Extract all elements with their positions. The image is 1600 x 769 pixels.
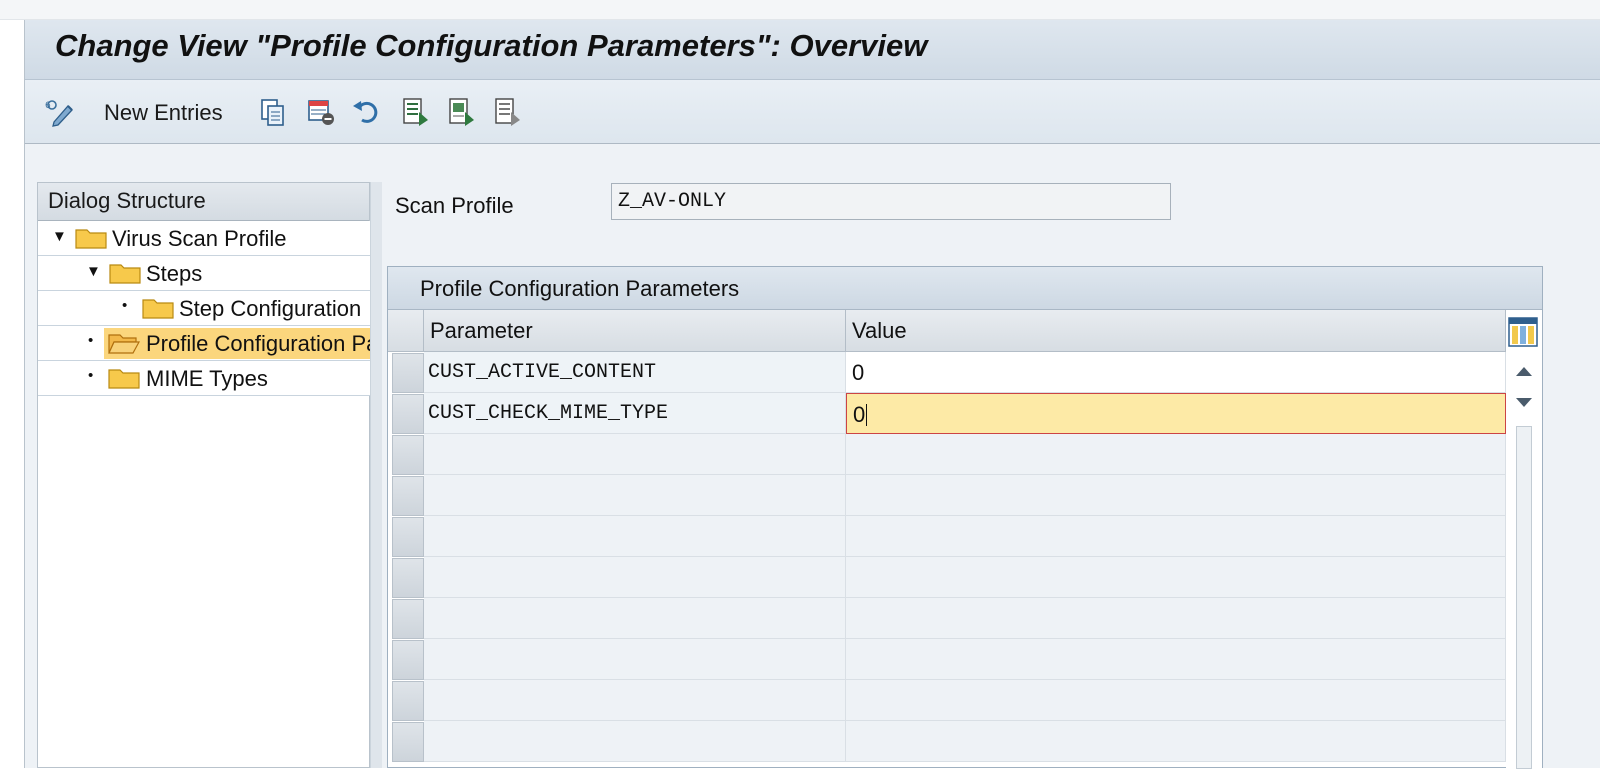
empty-cell (424, 516, 846, 557)
tree-item-virus-scan-profile[interactable]: ▼ Virus Scan Profile (38, 221, 371, 256)
empty-cell (846, 598, 1506, 639)
empty-cell (424, 557, 846, 598)
application-toolbar: 6 New Entries (25, 80, 1600, 144)
row-selector[interactable] (392, 517, 424, 557)
folder-icon (142, 297, 174, 324)
parameter-cell: CUST_ACTIVE_CONTENT (424, 352, 846, 393)
select-all-rows-cell[interactable] (388, 310, 424, 352)
row-selector[interactable] (392, 722, 424, 762)
scrollbar-track[interactable] (1516, 426, 1532, 769)
page-title: Change View "Profile Configuration Param… (55, 28, 928, 63)
value-input-active[interactable]: 0 (846, 393, 1506, 434)
tree-item-label: Virus Scan Profile (112, 226, 287, 251)
empty-cell (424, 639, 846, 680)
table-title: Profile Configuration Parameters (388, 267, 1542, 310)
row-selector[interactable] (392, 558, 424, 598)
profile-parameters-table: Profile Configuration Parameters Paramet… (387, 266, 1543, 769)
undo-icon[interactable] (349, 95, 385, 129)
tree-item-label: Steps (146, 261, 203, 286)
copy-icon[interactable] (255, 95, 291, 129)
row-selector[interactable] (392, 640, 424, 680)
table-settings-icon[interactable] (1508, 317, 1538, 347)
tree-item-profile-configuration-parameters[interactable]: • Profile Configuration Parameters (38, 326, 371, 361)
empty-cell (846, 557, 1506, 598)
empty-cell (846, 516, 1506, 557)
expand-arrow-icon[interactable]: ▼ (86, 263, 101, 280)
deselect-all-icon[interactable] (489, 95, 525, 129)
empty-cell (846, 475, 1506, 516)
empty-cell (424, 475, 846, 516)
empty-cell (424, 434, 846, 475)
row-selector[interactable] (392, 476, 424, 516)
tree-item-label: Step Configuration (179, 296, 362, 321)
empty-cell (846, 434, 1506, 475)
display-change-icon[interactable]: 6 (43, 95, 79, 129)
value-input[interactable]: 0 (846, 352, 1506, 393)
scroll-down-icon[interactable] (1512, 392, 1536, 414)
main-content: Dialog Structure ▼ Virus Scan Profile ▼ … (25, 144, 1600, 769)
dialog-structure-header: Dialog Structure (38, 183, 369, 221)
parameter-cell: CUST_CHECK_MIME_TYPE (424, 393, 846, 434)
tree-item-step-configuration[interactable]: • Step Configuration (38, 291, 371, 326)
scan-profile-label: Scan Profile (395, 193, 514, 218)
expand-arrow-icon[interactable]: ▼ (52, 228, 67, 245)
row-selector[interactable] (392, 394, 424, 434)
empty-cell (424, 598, 846, 639)
leaf-bullet-icon: • (88, 367, 94, 384)
empty-cell (846, 721, 1506, 762)
dialog-structure-panel: Dialog Structure ▼ Virus Scan Profile ▼ … (37, 182, 371, 768)
empty-cell (424, 721, 846, 762)
top-strip (0, 0, 1600, 20)
empty-cell (846, 680, 1506, 721)
row-selector[interactable] (392, 435, 424, 475)
empty-cell (424, 680, 846, 721)
select-all-icon[interactable] (397, 95, 433, 129)
sap-window: Change View "Profile Configuration Param… (24, 20, 1600, 769)
leaf-bullet-icon: • (88, 332, 94, 349)
vertical-scrollbar[interactable] (1506, 352, 1542, 769)
tree-item-label: MIME Types (146, 366, 268, 391)
empty-cell (846, 639, 1506, 680)
scroll-up-icon[interactable] (1512, 360, 1536, 382)
row-selector[interactable] (392, 353, 424, 393)
svg-text:6: 6 (45, 101, 51, 111)
tree-item-mime-types[interactable]: • MIME Types (38, 361, 371, 396)
folder-icon (109, 262, 141, 289)
text-cursor (866, 404, 868, 426)
tree-item-label: Profile Configuration Parameters (146, 331, 371, 356)
folder-icon (75, 227, 107, 254)
value-text: 0 (853, 402, 866, 427)
scan-profile-field: Z_AV-ONLY (611, 183, 1171, 220)
select-block-icon[interactable] (443, 95, 479, 129)
new-entries-button[interactable]: New Entries (104, 100, 223, 126)
splitter[interactable] (370, 182, 382, 768)
tree-item-steps[interactable]: ▼ Steps (38, 256, 371, 291)
leaf-bullet-icon: • (122, 297, 128, 314)
delete-icon[interactable] (303, 95, 339, 129)
row-selector[interactable] (392, 681, 424, 721)
column-header-value[interactable]: Value (846, 310, 1506, 352)
row-selector[interactable] (392, 599, 424, 639)
open-folder-icon (108, 332, 141, 359)
title-bar: Change View "Profile Configuration Param… (25, 20, 1600, 80)
folder-icon (108, 367, 140, 394)
column-header-parameter[interactable]: Parameter (424, 310, 846, 352)
